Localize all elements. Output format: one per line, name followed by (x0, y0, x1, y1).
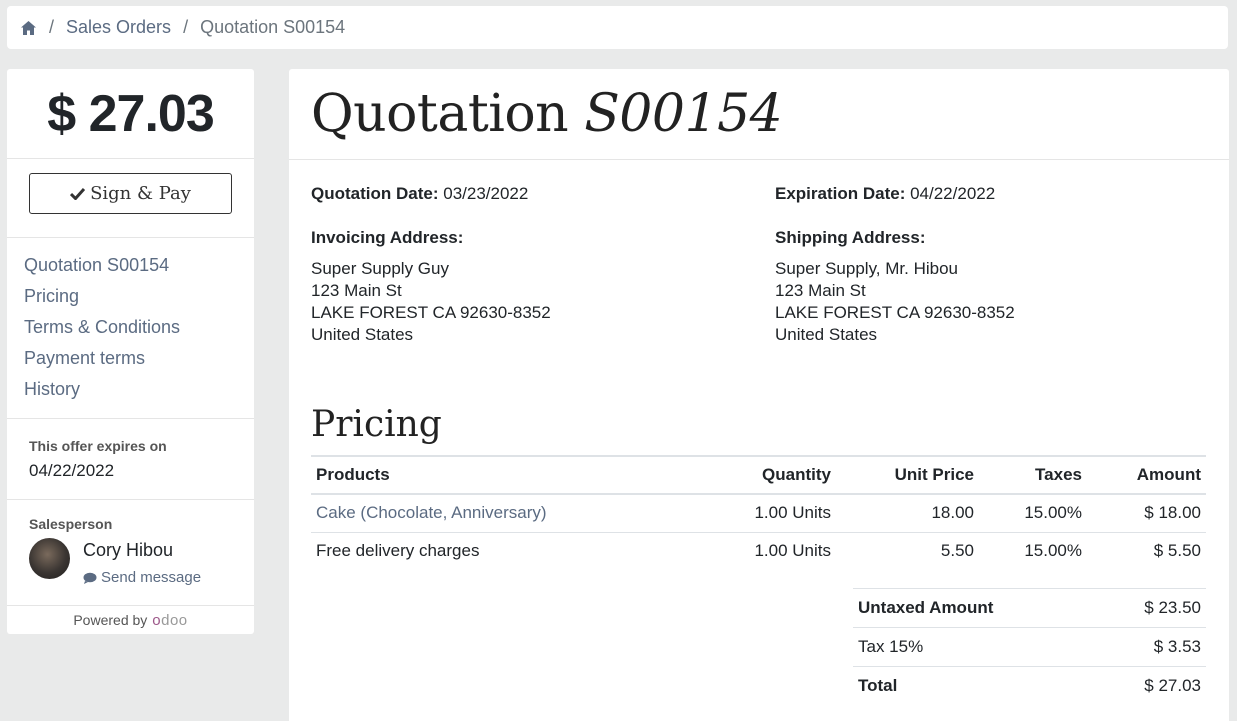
total-row: Total $ 27.03 (853, 666, 1206, 706)
breadcrumb-separator: / (183, 17, 189, 37)
invoicing-column: Quotation Date: 03/23/2022 Invoicing Add… (311, 184, 551, 346)
quantity-cell: 1.00 Units (754, 541, 831, 561)
invoicing-address-label: Invoicing Address: (311, 228, 464, 247)
sidebar: $ 27.03 Sign & Pay Quotation S00154 Pric… (7, 69, 254, 634)
tax-row: Tax 15% $ 3.53 (853, 627, 1206, 667)
sidebar-item-payment-terms[interactable]: Payment terms (7, 347, 254, 378)
col-unit-price: Unit Price (836, 455, 979, 495)
total-value: $ 27.03 (1094, 666, 1206, 706)
quantity-cell: 1.00 Units (741, 494, 836, 533)
powered-by: Powered by odoo (7, 606, 254, 634)
sidebar-item-history[interactable]: History (7, 378, 254, 409)
shipping-address-label: Shipping Address: (775, 228, 926, 247)
untaxed-label: Untaxed Amount (853, 588, 1095, 628)
expiration-date-value: 04/22/2022 (910, 184, 996, 203)
breadcrumb: / Sales Orders / Quotation S00154 (7, 6, 1228, 49)
shipping-address: Super Supply, Mr. Hibou 123 Main St LAKE… (775, 258, 1015, 346)
page-title: Quotation S00154 (311, 84, 1229, 144)
invoicing-address: Super Supply Guy 123 Main St LAKE FOREST… (311, 258, 551, 346)
amount-cell: $ 5.50 (1153, 541, 1201, 561)
title-number: S00154 (584, 84, 783, 144)
expiry-date: 04/22/2022 (29, 461, 115, 480)
product-link[interactable]: Cake (Chocolate, Anniversary) (311, 494, 741, 533)
address-line: 123 Main St (311, 281, 402, 300)
table-row: Cake (Chocolate, Anniversary) 1.00 Units… (311, 494, 1206, 533)
chat-icon (83, 572, 97, 584)
address-line: 123 Main St (775, 281, 866, 300)
sidebar-item-terms[interactable]: Terms & Conditions (7, 316, 254, 347)
taxes-cell: 15.00% (1024, 541, 1082, 561)
col-quantity: Quantity (741, 455, 836, 495)
shipping-column: Expiration Date: 04/22/2022 Shipping Add… (775, 184, 1015, 346)
breadcrumb-separator: / (49, 17, 55, 37)
product-name: Free delivery charges (316, 541, 480, 561)
address-line: LAKE FOREST CA 92630-8352 (311, 303, 551, 322)
total-label: Total (853, 666, 1095, 706)
sidebar-total: $ 27.03 (7, 69, 254, 159)
col-products: Products (311, 455, 741, 495)
totals-table: Untaxed Amount $ 23.50 Tax 15% $ 3.53 To… (853, 588, 1206, 706)
sidebar-item-pricing[interactable]: Pricing (7, 285, 254, 316)
home-icon[interactable] (20, 20, 37, 36)
send-message-link[interactable]: Send message (83, 569, 201, 586)
tax-value: $ 3.53 (1094, 627, 1206, 667)
quotation-date: Quotation Date: 03/23/2022 (311, 184, 551, 204)
address-line: United States (311, 325, 414, 344)
address-line: Super Supply Guy (311, 259, 449, 278)
sign-pay-button[interactable]: Sign & Pay (29, 173, 232, 214)
quotation-header: Quotation S00154 (289, 69, 1229, 160)
quotation-info: Quotation Date: 03/23/2022 Invoicing Add… (289, 160, 1229, 400)
taxes-cell: 15.00% (979, 494, 1087, 533)
untaxed-value: $ 23.50 (1094, 588, 1206, 628)
col-taxes: Taxes (979, 455, 1087, 495)
address-line: Super Supply, Mr. Hibou (775, 259, 958, 278)
quotation-date-label: Quotation Date: (311, 184, 439, 203)
expiry-label: This offer expires on (29, 438, 167, 454)
title-prefix: Quotation (311, 84, 569, 144)
tax-label: Tax 15% (853, 627, 1095, 667)
sign-pay-label: Sign & Pay (90, 183, 191, 204)
powered-by-label: Powered by (73, 612, 148, 628)
salesperson-section: Salesperson Cory Hibou Send message (7, 500, 254, 606)
send-message-label: Send message (101, 569, 202, 586)
breadcrumb-current: Quotation S00154 (200, 17, 346, 37)
table-header: Products Quantity Unit Price Taxes Amoun… (311, 455, 1206, 495)
sign-pay-section: Sign & Pay (7, 159, 254, 238)
pricing-title: Pricing (311, 404, 442, 445)
products-table: Products Quantity Unit Price Taxes Amoun… (311, 455, 1206, 570)
untaxed-row: Untaxed Amount $ 23.50 (853, 588, 1206, 628)
address-line: United States (775, 325, 878, 344)
salesperson-info: Cory Hibou Send message (83, 538, 201, 586)
expiration-date-label: Expiration Date: (775, 184, 906, 203)
salesperson-row: Cory Hibou Send message (29, 538, 254, 586)
breadcrumb-sales-orders[interactable]: Sales Orders (66, 17, 171, 38)
check-icon (70, 187, 86, 200)
sidebar-item-quotation[interactable]: Quotation S00154 (7, 254, 254, 285)
col-amount: Amount (1087, 455, 1206, 495)
address-line: LAKE FOREST CA 92630-8352 (775, 303, 1015, 322)
table-row: Free delivery charges 1.00 Units 5.50 15… (311, 532, 1206, 570)
salesperson-label: Salesperson (29, 516, 113, 532)
quotation-date-value: 03/23/2022 (443, 184, 529, 203)
unit-price-cell: 18.00 (836, 494, 979, 533)
sidebar-nav: Quotation S00154 Pricing Terms & Conditi… (7, 238, 254, 419)
expiry-section: This offer expires on 04/22/2022 (7, 419, 254, 500)
salesperson-name: Cory Hibou (83, 540, 174, 560)
unit-price-cell: 5.50 (940, 541, 974, 561)
avatar (29, 538, 70, 579)
odoo-logo[interactable]: odoo (152, 612, 187, 629)
amount-cell: $ 18.00 (1087, 494, 1206, 533)
expiration-date: Expiration Date: 04/22/2022 (775, 184, 1015, 204)
